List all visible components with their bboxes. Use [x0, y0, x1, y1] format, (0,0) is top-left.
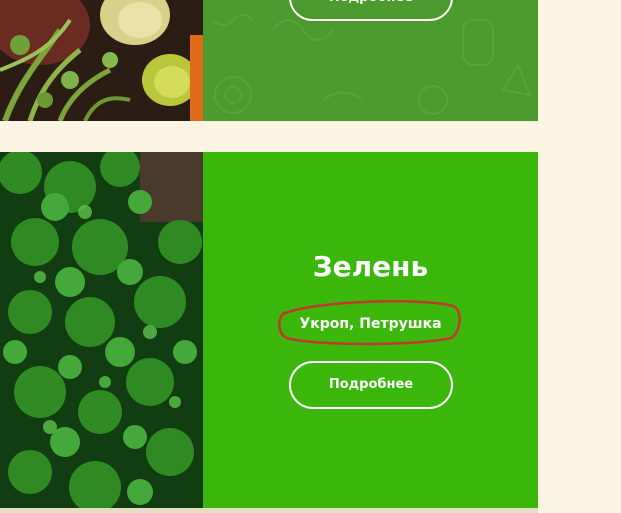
product-card-vegetables: Подробнее	[0, 0, 538, 121]
product-info-greens: Зелень Укроп, Петрушка Подробнее	[203, 152, 538, 508]
product-image-vegetables	[0, 0, 203, 121]
product-card-greens: Зелень Укроп, Петрушка Подробнее	[0, 152, 538, 508]
next-card-edge	[0, 508, 538, 513]
product-title: Зелень	[312, 250, 429, 283]
product-info-vegetables: Подробнее	[203, 0, 538, 121]
product-subtitle: Укроп, Петрушка	[299, 316, 442, 332]
more-button[interactable]: Подробнее	[289, 0, 453, 21]
more-button[interactable]: Подробнее	[289, 361, 453, 409]
product-image-parsley	[0, 152, 203, 508]
page: Подробнее	[0, 0, 621, 513]
